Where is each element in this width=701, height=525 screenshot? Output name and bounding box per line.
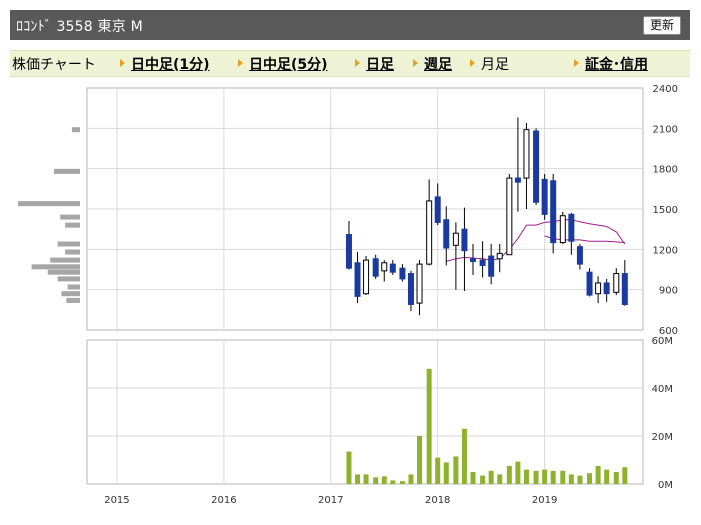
volume-bar bbox=[363, 474, 369, 484]
candlestick bbox=[381, 262, 388, 272]
candlestick bbox=[452, 232, 459, 246]
volume-bar bbox=[373, 477, 379, 484]
candlestick bbox=[345, 234, 352, 269]
candlestick bbox=[523, 129, 530, 179]
candlestick bbox=[461, 228, 468, 252]
volume-bar bbox=[399, 481, 405, 484]
volume-bar bbox=[390, 480, 396, 484]
volume-at-price-bar bbox=[18, 201, 80, 207]
volume-bar bbox=[542, 469, 548, 484]
price-tick-label: 1500 bbox=[653, 205, 678, 216]
candlestick bbox=[621, 273, 628, 305]
volume-bar bbox=[480, 475, 486, 484]
volume-tick-label: 60M bbox=[652, 336, 673, 347]
stock-chart: 600900120015001800210024000M20M40M60M201… bbox=[18, 84, 678, 506]
candlestick bbox=[389, 263, 396, 273]
volume-at-price-bar bbox=[50, 257, 80, 263]
volume-at-price-bar bbox=[60, 214, 80, 220]
candlestick bbox=[533, 130, 540, 203]
volume-at-price-bar bbox=[66, 297, 80, 303]
volume-bar bbox=[587, 473, 593, 484]
candlestick bbox=[550, 180, 557, 244]
volume-bar bbox=[622, 467, 628, 484]
volume-bar bbox=[595, 466, 601, 484]
volume-at-price-bar bbox=[65, 222, 80, 228]
candlestick bbox=[479, 259, 486, 266]
volume-at-price-bar bbox=[53, 168, 80, 174]
volume-bar bbox=[523, 469, 529, 484]
candlestick bbox=[363, 259, 370, 295]
volume-at-price-bar bbox=[61, 291, 80, 297]
year-tick-label: 2019 bbox=[532, 495, 557, 506]
volume-bar bbox=[488, 470, 494, 484]
volume-tick-label: 20M bbox=[652, 432, 673, 443]
volume-bar bbox=[506, 466, 512, 484]
price-tick-label: 1200 bbox=[653, 245, 678, 256]
year-tick-label: 2016 bbox=[211, 495, 236, 506]
candlestick bbox=[506, 177, 513, 256]
candlestick bbox=[469, 258, 476, 262]
candlestick bbox=[559, 215, 566, 244]
candlestick bbox=[603, 282, 610, 295]
candlestick bbox=[416, 263, 423, 304]
candlestick bbox=[354, 262, 361, 297]
volume-bar bbox=[426, 368, 432, 484]
volume-at-price-bar bbox=[57, 276, 80, 282]
candlestick bbox=[434, 196, 441, 223]
volume-bar bbox=[470, 472, 476, 484]
price-tick-label: 900 bbox=[659, 286, 678, 297]
candlestick bbox=[426, 200, 433, 265]
volume-at-price-bar bbox=[67, 284, 80, 290]
price-tick-label: 1800 bbox=[653, 165, 678, 176]
candlestick bbox=[541, 178, 548, 215]
price-tick-label: 2100 bbox=[653, 124, 678, 135]
volume-bar bbox=[346, 451, 352, 484]
year-tick-label: 2015 bbox=[104, 495, 129, 506]
volume-bar bbox=[577, 475, 583, 484]
volume-at-price-bar bbox=[47, 269, 80, 275]
volume-bar bbox=[408, 474, 414, 484]
candlestick bbox=[488, 255, 495, 277]
candlestick bbox=[399, 267, 406, 280]
volume-bar bbox=[568, 474, 574, 484]
volume-bar bbox=[533, 470, 539, 484]
volume-at-price-bar bbox=[31, 264, 80, 270]
volume-bar bbox=[417, 436, 423, 484]
candlestick bbox=[568, 213, 575, 242]
volume-at-price-bar bbox=[65, 249, 80, 255]
year-tick-label: 2018 bbox=[425, 495, 450, 506]
volume-tick-label: 40M bbox=[652, 384, 673, 395]
volume-bar bbox=[443, 462, 449, 484]
volume-bar bbox=[355, 474, 361, 484]
volume-bar bbox=[550, 470, 556, 484]
year-tick-label: 2017 bbox=[318, 495, 343, 506]
candlestick bbox=[586, 271, 593, 296]
candlestick bbox=[595, 282, 602, 295]
volume-plot-area bbox=[86, 339, 644, 485]
volume-bar bbox=[604, 469, 610, 484]
volume-bar bbox=[435, 457, 441, 484]
candlestick bbox=[514, 177, 521, 183]
volume-at-price-bar bbox=[71, 127, 80, 133]
volume-bar bbox=[453, 456, 459, 484]
candlestick bbox=[496, 252, 503, 260]
candlestick bbox=[443, 219, 450, 249]
volume-bar bbox=[497, 474, 503, 484]
candlestick bbox=[407, 273, 414, 305]
price-tick-label: 2400 bbox=[653, 84, 678, 95]
volume-bar bbox=[515, 461, 521, 484]
candlestick bbox=[576, 246, 583, 265]
candlestick bbox=[613, 273, 620, 293]
volume-tick-label: 0M bbox=[658, 480, 673, 491]
volume-bar bbox=[381, 476, 387, 484]
volume-at-price-bar bbox=[57, 241, 80, 247]
candlestick bbox=[372, 258, 379, 277]
volume-bar bbox=[461, 428, 467, 484]
volume-bar bbox=[560, 470, 566, 484]
volume-bar bbox=[613, 472, 619, 484]
